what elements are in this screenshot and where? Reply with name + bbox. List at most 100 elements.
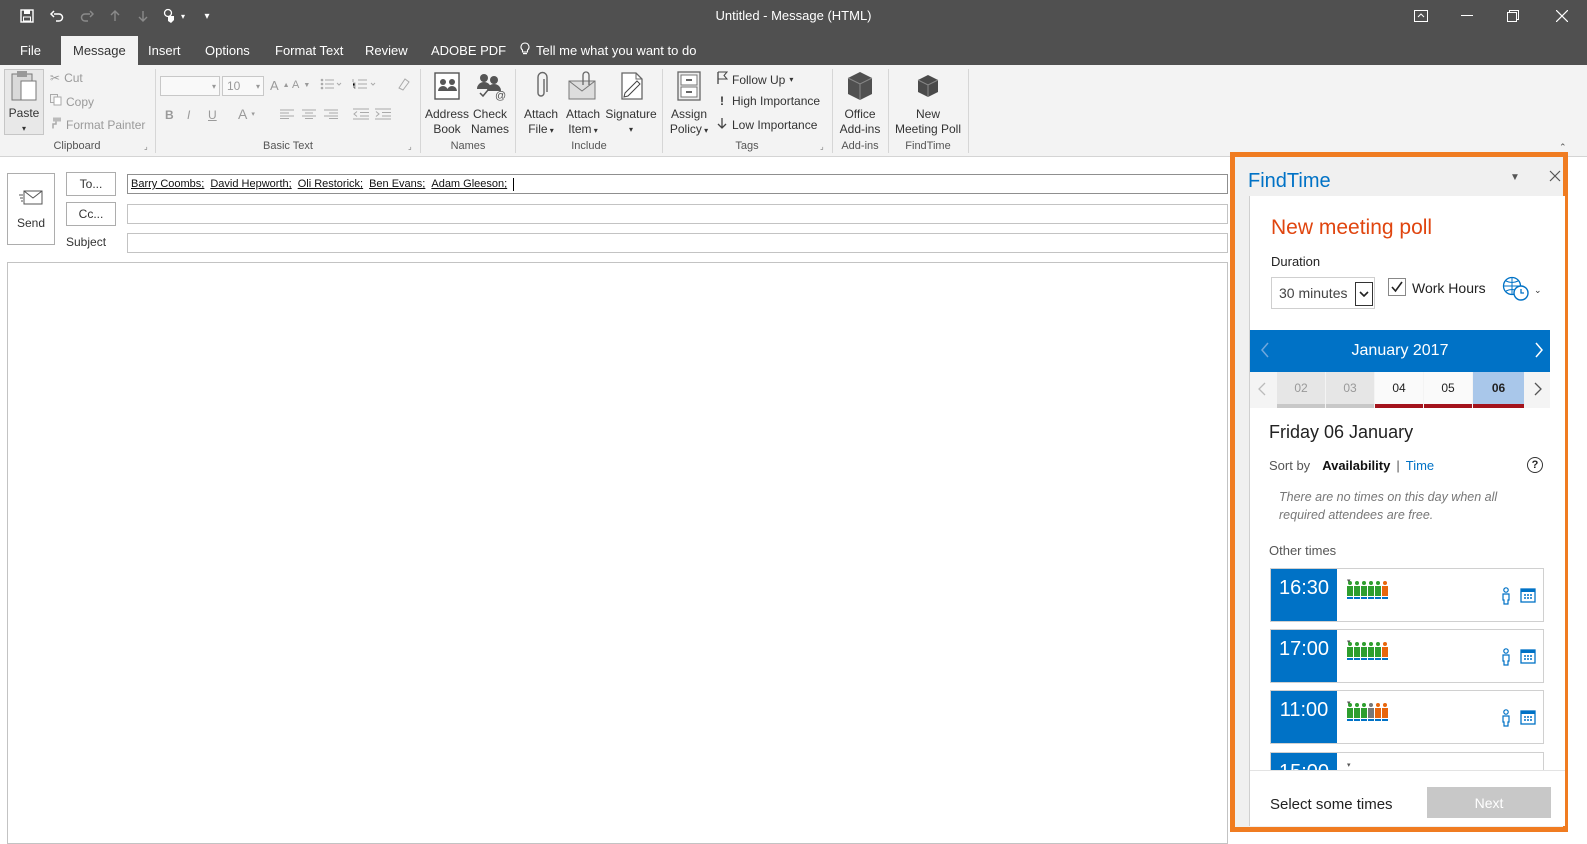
tell-me-search[interactable]: Tell me what you want to do bbox=[508, 36, 708, 65]
recipient-chip[interactable]: Barry Coombs; bbox=[131, 178, 204, 190]
message-body[interactable] bbox=[7, 262, 1228, 844]
pane-close-icon[interactable] bbox=[1549, 170, 1561, 185]
help-icon[interactable]: ? bbox=[1527, 457, 1543, 473]
format-painter-button[interactable]: Format Painter bbox=[50, 117, 145, 132]
underline-button[interactable]: U bbox=[208, 108, 217, 122]
follow-up-button[interactable]: Follow Up ▾ bbox=[716, 71, 793, 88]
undo-icon[interactable] bbox=[46, 6, 68, 26]
customize-toolbar-icon[interactable]: ▾ bbox=[196, 6, 218, 26]
recipient-chip[interactable]: Ben Evans; bbox=[369, 178, 425, 190]
basic-text-launcher-icon[interactable]: ⌟ bbox=[408, 142, 412, 151]
ribbon-tabs: File Message Insert Options Format Text … bbox=[0, 32, 1587, 65]
tags-group-label: Tags bbox=[735, 140, 759, 152]
duration-select[interactable]: 30 minutes bbox=[1271, 277, 1375, 309]
recipient-chip[interactable]: David Hepworth; bbox=[210, 178, 291, 190]
align-center-icon[interactable] bbox=[302, 109, 316, 119]
tab-review[interactable]: Review bbox=[353, 36, 420, 65]
next-item-icon[interactable] bbox=[132, 6, 154, 26]
cut-button[interactable]: ✂ Cut bbox=[50, 71, 83, 85]
next-week-icon[interactable] bbox=[1534, 382, 1542, 399]
recipient-chip[interactable]: Adam Gleeson; bbox=[431, 178, 507, 190]
sort-time[interactable]: Time bbox=[1406, 458, 1434, 473]
numbering-icon[interactable] bbox=[352, 78, 376, 90]
include-group-label: Include bbox=[571, 140, 607, 152]
group-separator bbox=[968, 69, 969, 153]
send-envelope-icon bbox=[18, 189, 44, 210]
close-icon[interactable] bbox=[1536, 0, 1587, 32]
poll-heading: New meeting poll bbox=[1271, 216, 1433, 239]
paste-button[interactable]: Paste ▾ bbox=[4, 69, 44, 135]
align-left-icon[interactable] bbox=[280, 109, 294, 119]
sort-availability[interactable]: Availability bbox=[1322, 458, 1390, 473]
day-cell[interactable]: 05 bbox=[1424, 372, 1472, 408]
decrease-indent-icon[interactable] bbox=[353, 108, 369, 120]
shrink-font-icon[interactable]: A ▼ bbox=[292, 79, 310, 91]
attach-item-button[interactable]: Attach Item ▾ bbox=[562, 69, 604, 138]
to-button[interactable]: To... bbox=[66, 172, 116, 196]
font-name-combo[interactable]: ▾ bbox=[160, 76, 220, 96]
calendar-icon[interactable] bbox=[1520, 587, 1536, 606]
address-book-icon bbox=[430, 69, 464, 103]
pane-options-icon[interactable]: ▼ bbox=[1510, 172, 1520, 183]
tab-adobe-pdf[interactable]: ADOBE PDF bbox=[419, 36, 518, 65]
time-slot[interactable]: 17:00 ▾ bbox=[1270, 629, 1544, 683]
next-month-icon[interactable] bbox=[1534, 342, 1544, 361]
attendee-detail-icon[interactable] bbox=[1501, 648, 1511, 669]
attach-file-button[interactable]: Attach File ▾ bbox=[520, 69, 562, 138]
time-slot[interactable]: 11:00 ▾ bbox=[1270, 690, 1544, 744]
to-field[interactable]: Barry Coombs; David Hepworth; Oli Restor… bbox=[127, 174, 1228, 194]
previous-item-icon[interactable] bbox=[104, 6, 126, 26]
check-names-button[interactable]: @ Check Names bbox=[468, 69, 512, 137]
signature-button[interactable]: Signature ▾ bbox=[604, 69, 658, 137]
next-button[interactable]: Next bbox=[1427, 787, 1551, 818]
restore-icon[interactable] bbox=[1490, 0, 1536, 32]
touch-mode-dropdown-icon[interactable]: ▾ bbox=[176, 6, 190, 26]
exclamation-icon: ! bbox=[720, 94, 724, 108]
work-hours-checkbox[interactable] bbox=[1388, 278, 1406, 296]
day-cell-selected[interactable]: 06 bbox=[1473, 372, 1524, 408]
previous-week-icon[interactable] bbox=[1258, 382, 1266, 399]
assign-policy-button[interactable]: Assign Policy ▾ bbox=[666, 69, 712, 138]
align-right-icon[interactable] bbox=[324, 109, 338, 119]
attendee-icon bbox=[1368, 581, 1374, 599]
high-importance-button[interactable]: ! High Importance bbox=[716, 94, 820, 108]
time-slot[interactable]: 16:30 ▾ bbox=[1270, 568, 1544, 622]
font-color-icon[interactable]: A ▾ bbox=[238, 106, 255, 122]
low-importance-button[interactable]: Low Importance bbox=[716, 117, 817, 132]
clipboard-launcher-icon[interactable]: ⌟ bbox=[144, 142, 148, 151]
bullets-icon[interactable] bbox=[320, 78, 342, 90]
calendar-icon[interactable] bbox=[1520, 709, 1536, 728]
send-button[interactable]: Send bbox=[7, 173, 55, 245]
tab-insert[interactable]: Insert bbox=[136, 36, 193, 65]
tab-file[interactable]: File bbox=[8, 36, 53, 65]
cc-field[interactable] bbox=[127, 204, 1228, 224]
calendar-icon[interactable] bbox=[1520, 648, 1536, 667]
clear-formatting-icon[interactable] bbox=[396, 77, 410, 91]
save-icon[interactable] bbox=[16, 6, 38, 26]
minimize-icon[interactable] bbox=[1444, 0, 1490, 32]
work-hours-label: Work Hours bbox=[1412, 280, 1486, 296]
redo-icon[interactable] bbox=[76, 6, 98, 26]
attendee-detail-icon[interactable] bbox=[1501, 587, 1511, 608]
office-addins-button[interactable]: Office Add-ins bbox=[837, 69, 883, 137]
increase-indent-icon[interactable] bbox=[375, 108, 391, 120]
tab-format-text[interactable]: Format Text bbox=[263, 36, 355, 65]
bold-button[interactable]: B bbox=[165, 108, 174, 122]
timezone-button[interactable]: ⌄ bbox=[1502, 276, 1542, 305]
italic-button[interactable]: I bbox=[187, 108, 190, 122]
new-meeting-poll-button[interactable]: New Meeting Poll bbox=[892, 69, 964, 137]
grow-font-icon[interactable]: A ▲ bbox=[270, 78, 290, 93]
day-cell[interactable]: 04 bbox=[1375, 372, 1423, 408]
tab-message[interactable]: Message bbox=[61, 36, 138, 65]
copy-button[interactable]: Copy bbox=[50, 94, 94, 109]
duration-dropdown-icon[interactable] bbox=[1355, 282, 1373, 306]
ribbon-display-options-icon[interactable] bbox=[1398, 0, 1444, 32]
tab-options[interactable]: Options bbox=[193, 36, 262, 65]
attendee-detail-icon[interactable] bbox=[1501, 709, 1511, 730]
font-size-combo[interactable]: 10 ▾ bbox=[222, 76, 264, 96]
cc-button[interactable]: Cc... bbox=[66, 202, 116, 226]
tags-launcher-icon[interactable]: ⌟ bbox=[820, 142, 824, 151]
address-book-button[interactable]: Address Book bbox=[424, 69, 470, 137]
recipient-chip[interactable]: Oli Restorick; bbox=[298, 178, 363, 190]
subject-field[interactable] bbox=[127, 233, 1228, 253]
